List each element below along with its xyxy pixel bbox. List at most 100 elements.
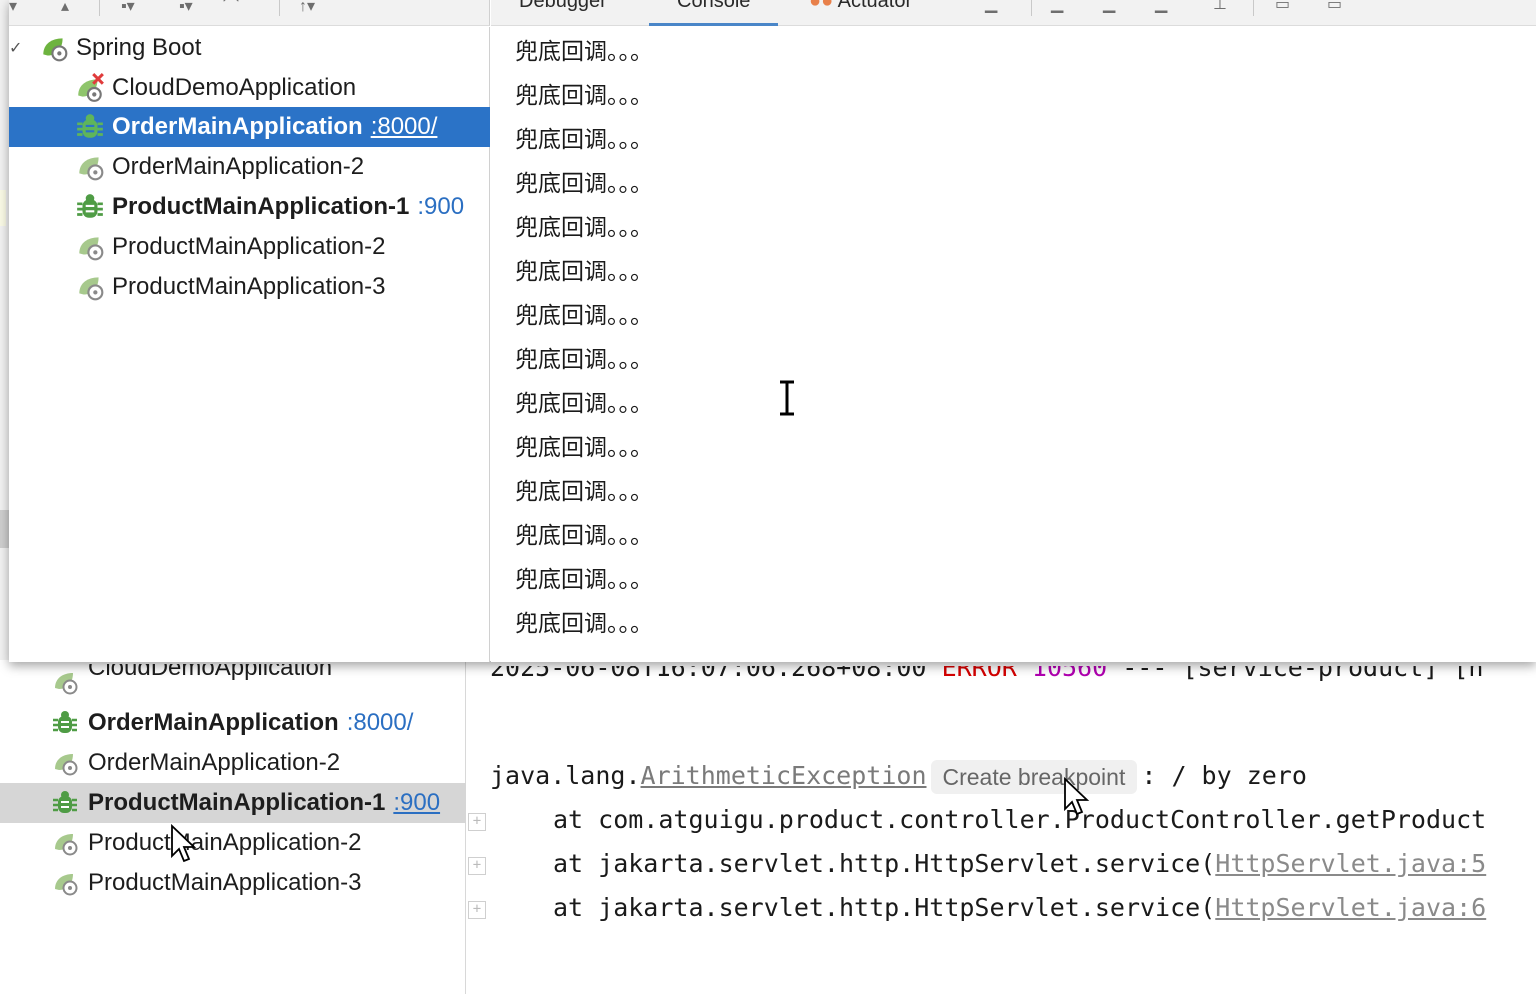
exception-line: java.lang.ArithmeticException Create brea… <box>490 756 1307 796</box>
toolbar-separator <box>279 0 280 16</box>
tab-actuator[interactable]: ●● Actuator <box>809 0 912 14</box>
log-thread: [service-product] [n <box>1182 666 1484 682</box>
bg-tree-item-order-main[interactable]: OrderMainApplication :8000/ <box>0 703 466 743</box>
tree-item-product-main-1[interactable]: ProductMainApplication-1 :900 <box>9 187 490 227</box>
exception-class-link[interactable]: ArithmeticException <box>641 761 927 790</box>
bg-tree-item-label: ProductMainApplication-2 <box>88 829 362 856</box>
bug-icon <box>75 112 105 142</box>
log-line: 2025-06-08T16:07:06.268+08:00 ERROR 1056… <box>490 666 1483 694</box>
pin-icon[interactable]: ⊥ <box>1213 0 1227 16</box>
spring-boot-icon <box>75 272 105 302</box>
port-label: :8000/ <box>346 709 414 736</box>
details-tab-bar: Debugger Console ●● Actuator ▁ ▁ ▁ ▁ ⊥ ▭… <box>491 0 1536 26</box>
print-icon[interactable]: ▁ <box>1155 0 1167 16</box>
minimize-line-icon[interactable]: ▁ <box>985 0 997 16</box>
exception-message: : / by zero <box>1141 761 1307 790</box>
console-line: 兜底回调。。。 <box>515 39 653 65</box>
source-file-link[interactable]: HttpServlet.java:6 <box>1215 893 1486 922</box>
bg-tree-item-order-main-2[interactable]: OrderMainApplication-2 <box>0 743 466 783</box>
console-line: 兜底回调。。。 <box>515 611 653 637</box>
tree-group-spring-boot[interactable]: ✓ Spring Boot <box>9 28 490 68</box>
text-cursor-icon <box>780 380 794 416</box>
settings-icon[interactable]: ▭ <box>1327 0 1342 16</box>
tree-group-label: Spring Boot <box>76 34 202 61</box>
tree-item-order-main-2[interactable]: OrderMainApplication-2 <box>9 147 490 187</box>
gutter-highlight <box>0 190 6 226</box>
create-breakpoint-button[interactable]: Create breakpoint <box>930 760 1138 794</box>
spring-boot-icon <box>50 667 80 697</box>
console-output[interactable]: 兜底回调。。。 兜底回调。。。 兜底回调。。。 兜底回调。。。 兜底回调。。。 … <box>491 27 1536 662</box>
log-separator: --- <box>1122 666 1168 682</box>
group-by-icon[interactable]: ▪▾ <box>121 0 135 18</box>
bg-tree-item-product-main-2[interactable]: ProductMainApplication-2 <box>0 823 466 863</box>
tree-item-label: CloudDemoApplication <box>112 74 357 101</box>
expand-icon[interactable]: + <box>468 857 486 875</box>
bug-icon <box>50 708 80 738</box>
bg-tree-item-product-main-3[interactable]: ProductMainApplication-3 <box>0 863 466 903</box>
background-console-output: 2025-06-08T16:07:06.268+08:00 ERROR 1056… <box>490 660 1536 994</box>
stack-frame-text: at com.atguigu.product.controller.Produc… <box>553 805 1487 834</box>
port-label: :900 <box>417 193 465 220</box>
soft-wrap-icon[interactable]: ▁ <box>1051 0 1063 16</box>
tree-item-order-main[interactable]: OrderMainApplication :8000/ <box>9 107 490 147</box>
layout-icon[interactable]: ▭ <box>1275 0 1290 16</box>
log-timestamp: 2025-06-08T16:07:06.268+08:00 <box>490 666 927 682</box>
expand-icon[interactable]: + <box>468 901 486 919</box>
tab-console[interactable]: Console <box>649 0 779 26</box>
expand-all-icon[interactable]: ▾ <box>9 0 17 18</box>
services-tree: ✓ Spring Boot CloudDemoApplication Order… <box>9 27 490 662</box>
bg-tree-item-label: OrderMainApplication <box>88 709 339 736</box>
tab-label: Console <box>677 0 751 12</box>
bg-tree-item-label: ProductMainApplication-3 <box>88 869 362 896</box>
group-by-type-icon[interactable]: ▪▾ <box>179 0 193 18</box>
spring-boot-icon <box>75 152 105 182</box>
port-link[interactable]: :8000/ <box>371 113 438 141</box>
console-line: 兜底回调。。。 <box>515 171 653 197</box>
bg-tree-item-label: ProductMainApplication-1 <box>88 789 386 816</box>
scroll-to-end-icon[interactable]: ▁ <box>1103 0 1115 16</box>
tree-item-label: OrderMainApplication <box>112 113 363 140</box>
stack-trace-line: at jakarta.servlet.http.HttpServlet.serv… <box>553 844 1486 884</box>
spring-error-icon <box>75 73 105 103</box>
services-popup-window: ▾ ▴ ▪▾ ▪▾ ⌒ ↑▾ Debugger Console ●● Actua… <box>9 0 1536 662</box>
bg-tree-item-cloud-demo[interactable]: CloudDemoApplication <box>0 664 466 700</box>
port-link[interactable]: :900 <box>393 789 440 817</box>
tab-label: Actuator <box>837 0 913 12</box>
console-line: 兜底回调。。。 <box>515 435 653 461</box>
console-line: 兜底回调。。。 <box>515 83 653 109</box>
gutter-marker <box>0 510 9 548</box>
tree-item-product-main-2[interactable]: ProductMainApplication-2 <box>9 227 490 267</box>
expand-icon[interactable]: + <box>468 813 486 831</box>
source-file-link[interactable]: HttpServlet.java:5 <box>1215 849 1486 878</box>
toolbar-separator <box>99 0 100 16</box>
tree-item-product-main-3[interactable]: ProductMainApplication-3 <box>9 267 490 307</box>
chevron-down-icon[interactable]: ✓ <box>9 38 23 58</box>
console-line: 兜底回调。。。 <box>515 479 653 505</box>
log-level: ERROR <box>941 666 1017 682</box>
add-service-icon[interactable]: ↑▾ <box>299 0 315 18</box>
stack-trace-line: at jakarta.servlet.http.HttpServlet.serv… <box>553 888 1486 928</box>
tree-item-label: OrderMainApplication-2 <box>112 153 365 180</box>
tab-label: Debugger <box>519 0 607 12</box>
background-services-panel: CloudDemoApplication OrderMainApplicatio… <box>0 660 1536 994</box>
stack-frame-text: at jakarta.servlet.http.HttpServlet.serv… <box>553 849 1216 878</box>
filter-icon[interactable]: ⌒ <box>223 0 239 18</box>
bg-tree-item-product-main-1[interactable]: ProductMainApplication-1 :900 <box>0 783 466 823</box>
console-line: 兜底回调。。。 <box>515 523 653 549</box>
console-line: 兜底回调。。。 <box>515 391 653 417</box>
exception-package: java.lang. <box>490 761 641 790</box>
background-left-strip <box>0 0 9 660</box>
services-toolbar: ▾ ▴ ▪▾ ▪▾ ⌒ ↑▾ <box>9 0 490 26</box>
collapse-icon[interactable]: ▴ <box>61 0 69 18</box>
spring-boot-icon <box>50 748 80 778</box>
tab-debugger[interactable]: Debugger <box>519 0 607 14</box>
mouse-cursor-icon <box>171 824 197 863</box>
tree-item-cloud-demo[interactable]: CloudDemoApplication <box>9 68 490 108</box>
bg-tree-item-label: OrderMainApplication-2 <box>88 749 341 776</box>
console-line: 兜底回调。。。 <box>515 259 653 285</box>
console-line: 兜底回调。。。 <box>515 303 653 329</box>
spring-boot-icon <box>50 828 80 858</box>
stack-frame-text: at jakarta.servlet.http.HttpServlet.serv… <box>553 893 1216 922</box>
mouse-cursor-icon <box>1064 777 1090 816</box>
console-line: 兜底回调。。。 <box>515 215 653 241</box>
